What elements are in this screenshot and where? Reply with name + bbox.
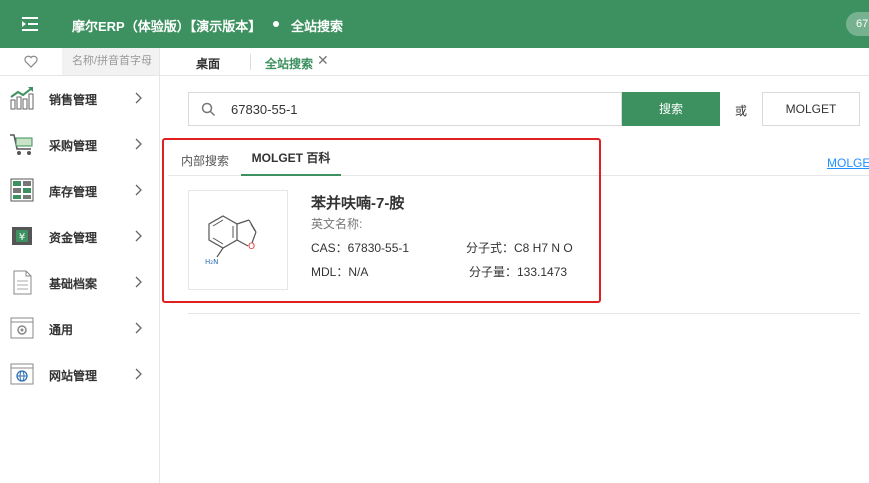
- menu-toggle-button[interactable]: [0, 0, 60, 48]
- page-tab-bar: 桌面 全站搜索 ✕: [160, 48, 869, 76]
- user-badge[interactable]: 67: [846, 12, 869, 36]
- sidebar-item-label: 网站管理: [49, 369, 98, 383]
- sidebar-item-label: 库存管理: [49, 185, 98, 199]
- molget-search-button[interactable]: MOLGET: [762, 92, 860, 126]
- heart-icon[interactable]: [24, 55, 38, 68]
- sidebar-item-label: 通用: [49, 323, 74, 337]
- sidebar: 名称/拼音首字母 销售管理 采购管理 库存管理 ¥ 资金管理 基础档案 通用 网…: [0, 48, 160, 483]
- sidebar-item-archives[interactable]: 基础档案: [0, 263, 160, 303]
- sidebar-item-inventory[interactable]: 库存管理: [0, 171, 160, 211]
- close-icon[interactable]: ✕: [317, 52, 329, 69]
- result-divider: [188, 313, 860, 314]
- search-button[interactable]: 搜索: [622, 92, 720, 126]
- tab-desktop[interactable]: 桌面: [196, 55, 220, 72]
- settings-window-icon: [10, 317, 34, 339]
- current-page-title: 全站搜索: [291, 19, 344, 34]
- sidebar-item-sales[interactable]: 销售管理: [0, 79, 160, 119]
- app-title: 摩尔ERP（体验版）【演示版本】: [72, 19, 262, 34]
- menu-collapse-icon: [22, 17, 38, 31]
- sidebar-item-general[interactable]: 通用: [0, 309, 160, 349]
- document-icon: [13, 270, 32, 295]
- sidebar-item-label: 销售管理: [49, 93, 98, 107]
- chevron-right-icon: [135, 368, 142, 380]
- inventory-icon: [10, 178, 34, 202]
- tab-divider: [250, 54, 251, 70]
- sidebar-item-purchase[interactable]: 采购管理: [0, 125, 160, 165]
- menu-search-input[interactable]: 名称/拼音首字母: [62, 48, 159, 75]
- chevron-right-icon: [135, 184, 142, 196]
- tab-global-search[interactable]: 全站搜索: [265, 55, 313, 72]
- sidebar-item-label: 采购管理: [49, 139, 98, 153]
- sidebar-top: 名称/拼音首字母: [0, 48, 160, 76]
- money-icon: ¥: [12, 227, 32, 245]
- molget-link[interactable]: MOLGET: [827, 156, 869, 170]
- chevron-right-icon: [135, 92, 142, 104]
- chevron-right-icon: [135, 322, 142, 334]
- sidebar-item-label: 资金管理: [49, 231, 98, 245]
- search-field: [188, 92, 622, 126]
- sales-chart-icon: [10, 87, 34, 110]
- sidebar-item-website[interactable]: 网站管理: [0, 355, 160, 395]
- chevron-right-icon: [135, 138, 142, 150]
- breadcrumb-dot: [273, 21, 279, 27]
- top-header: 摩尔ERP（体验版）【演示版本】 全站搜索 67: [0, 0, 869, 48]
- chevron-right-icon: [135, 230, 142, 242]
- or-label: 或: [735, 104, 748, 118]
- sidebar-item-funds[interactable]: ¥ 资金管理: [0, 217, 160, 257]
- svg-text:¥: ¥: [19, 232, 25, 243]
- chevron-right-icon: [135, 276, 142, 288]
- search-input[interactable]: [231, 93, 611, 125]
- highlight-annotation-box: [162, 138, 601, 303]
- search-icon: [201, 102, 216, 117]
- globe-window-icon: [10, 363, 34, 385]
- sidebar-item-label: 基础档案: [49, 277, 98, 291]
- shopping-cart-icon: [10, 134, 33, 155]
